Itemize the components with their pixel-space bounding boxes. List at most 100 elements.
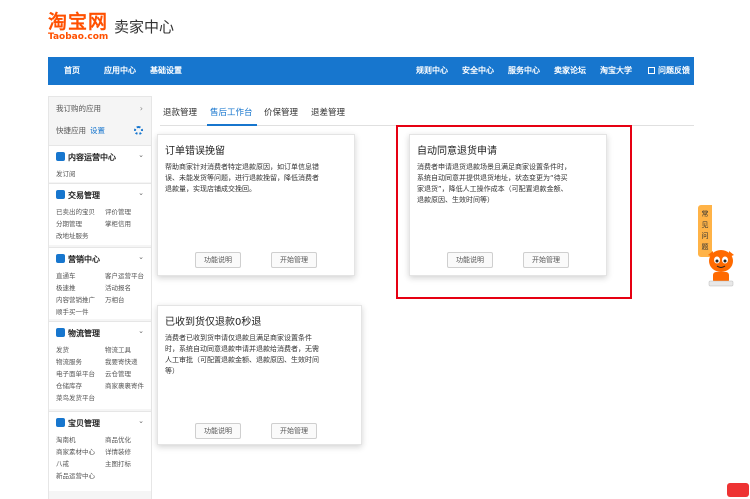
sidebar-link[interactable]: 发货 bbox=[56, 344, 69, 354]
nav-security-center[interactable]: 安全中心 bbox=[462, 57, 494, 85]
chevron-down-icon[interactable]: ⌄ bbox=[138, 253, 144, 261]
chevron-right-icon: › bbox=[139, 104, 143, 113]
section-title-marketing[interactable]: 营销中心 bbox=[56, 254, 100, 265]
sidebar-link[interactable]: 评价管理 bbox=[105, 206, 131, 216]
desc-line: 退款量，实现店铺成交挽回。 bbox=[165, 185, 256, 193]
gear-icon[interactable] bbox=[134, 126, 143, 135]
marketing-icon bbox=[56, 254, 65, 263]
sidebar-link[interactable]: 活动报名 bbox=[105, 282, 131, 292]
sidebar-link[interactable]: 新品运营中心 bbox=[56, 470, 95, 480]
sidebar-link[interactable]: 内容营销推广 bbox=[56, 294, 95, 304]
page-title: 卖家中心 bbox=[114, 18, 175, 36]
content-ops-icon bbox=[56, 152, 65, 161]
nav-basic-settings[interactable]: 基础设置 bbox=[150, 57, 182, 85]
desc-line: 误、未能发货等问题，进行退款挽留，降低消费者 bbox=[165, 174, 319, 182]
sidebar-quick-apps: 快捷应用 设置 bbox=[49, 121, 151, 141]
section-title-products[interactable]: 宝贝管理 bbox=[56, 418, 100, 429]
sidebar-link[interactable]: 客户运营平台 bbox=[105, 270, 144, 280]
nav-rules-center[interactable]: 规则中心 bbox=[416, 57, 448, 85]
sidebar-link[interactable]: 电子面单平台 bbox=[56, 368, 95, 378]
tab-after-sales-workbench[interactable]: 售后工作台 bbox=[210, 106, 253, 118]
sidebar-link[interactable]: 直通车 bbox=[56, 270, 76, 280]
sidebar-link[interactable]: 详情装修 bbox=[105, 446, 131, 456]
sidebar-link[interactable]: 淘南机 bbox=[56, 434, 76, 444]
section-title-trade[interactable]: 交易管理 bbox=[56, 190, 100, 201]
highlight-box bbox=[396, 125, 632, 299]
sidebar-section-trade: 交易管理 ⌄ 已卖出的宝贝 评价管理 分期管理 掌柜信用 改地址服务 bbox=[49, 183, 151, 245]
trade-icon bbox=[56, 190, 65, 199]
sidebar-link[interactable]: 已卖出的宝贝 bbox=[56, 206, 95, 216]
section-title-logistics[interactable]: 物流管理 bbox=[56, 328, 100, 339]
section-title-text: 交易管理 bbox=[68, 191, 100, 200]
tab-price-difference-refund[interactable]: 退差管理 bbox=[311, 106, 345, 118]
sidebar-link[interactable]: 商家裹裹寄件 bbox=[105, 380, 144, 390]
start-manage-button[interactable]: 开始管理 bbox=[271, 423, 317, 439]
chevron-down-icon[interactable]: ⌄ bbox=[138, 417, 144, 425]
chevron-down-icon[interactable]: ⌄ bbox=[138, 151, 144, 159]
sidebar-link[interactable]: 仓储库存 bbox=[56, 380, 82, 390]
nav-seller-forum[interactable]: 卖家论坛 bbox=[554, 57, 586, 85]
card-description: 消费者已收到货申请仅退款且满足商家设置条件 时，系统自动同意退款申请并退款给消费… bbox=[165, 333, 319, 377]
sidebar: 我订购的应用 › 快捷应用 设置 内容运营中心 ⌄ 发订阅 交易管理 ⌄ 已卖出的… bbox=[48, 96, 152, 499]
section-title-text: 宝贝管理 bbox=[68, 419, 100, 428]
nav-taobao-university[interactable]: 淘宝大学 bbox=[600, 57, 632, 85]
logo-main-text: 淘宝网 bbox=[48, 11, 109, 33]
nav-app-center[interactable]: 应用中心 bbox=[104, 57, 136, 85]
sidebar-section-logistics: 物流管理 ⌄ 发货 物流工具 物流服务 我要寄快递 电子面单平台 云仓管理 仓储… bbox=[49, 321, 151, 409]
start-manage-button[interactable]: 开始管理 bbox=[271, 252, 317, 268]
sidebar-link[interactable]: 八戒 bbox=[56, 458, 69, 468]
desc-line: 时，系统自动同意退款申请并退款给消费者，无需 bbox=[165, 345, 319, 353]
desc-line: 等） bbox=[165, 367, 179, 375]
products-icon bbox=[56, 418, 65, 427]
sidebar-link[interactable]: 我要寄快递 bbox=[105, 356, 138, 366]
sidebar-link[interactable]: 菜鸟发货平台 bbox=[56, 392, 95, 402]
sidebar-link[interactable]: 分期管理 bbox=[56, 218, 82, 228]
desc-line: 消费者已收到货申请仅退款且满足商家设置条件 bbox=[165, 334, 312, 342]
sidebar-link[interactable]: 云仓管理 bbox=[105, 368, 131, 378]
logo-sub-text: Taobao.com bbox=[48, 32, 109, 42]
quick-apps-settings-link[interactable]: 设置 bbox=[90, 126, 105, 135]
feature-card-zero-second-refund: 已收到货仅退款0秒退 消费者已收到货申请仅退款且满足商家设置条件 时，系统自动同… bbox=[157, 305, 362, 445]
section-title-text: 内容运营中心 bbox=[68, 153, 116, 162]
sidebar-link[interactable]: 商家素材中心 bbox=[56, 446, 95, 456]
sidebar-section-content: 内容运营中心 ⌄ 发订阅 bbox=[49, 145, 151, 182]
tab-price-protection[interactable]: 价保管理 bbox=[264, 106, 298, 118]
corner-badge-icon[interactable] bbox=[727, 483, 749, 497]
feature-card-order-error-retention: 订单错误挽留 帮助商家针对消费者特定退款原因，如订单信息错 误、未能发货等问题，… bbox=[157, 134, 355, 276]
nav-service-center[interactable]: 服务中心 bbox=[508, 57, 540, 85]
function-info-button[interactable]: 功能说明 bbox=[195, 252, 241, 268]
edit-icon bbox=[648, 67, 655, 74]
section-title-content[interactable]: 内容运营中心 bbox=[56, 152, 116, 163]
sidebar-my-apps[interactable]: 我订购的应用 › bbox=[49, 99, 151, 119]
card-title: 订单错误挽留 bbox=[165, 146, 225, 157]
nav-home[interactable]: 首页 bbox=[64, 57, 80, 85]
sidebar-link[interactable]: 主图打标 bbox=[105, 458, 131, 468]
taobao-logo[interactable]: 淘宝网 Taobao.com bbox=[48, 12, 110, 42]
nav-feedback[interactable]: 问题反馈 bbox=[648, 57, 690, 85]
sidebar-link[interactable]: 掌柜信用 bbox=[105, 218, 131, 228]
sidebar-link[interactable]: 发订阅 bbox=[56, 168, 76, 178]
desc-line: 帮助商家针对消费者特定退款原因，如订单信息错 bbox=[165, 163, 319, 171]
logistics-icon bbox=[56, 328, 65, 337]
sidebar-section-products: 宝贝管理 ⌄ 淘南机 商品优化 商家素材中心 详情装修 八戒 主图打标 新品运营… bbox=[49, 411, 151, 491]
sidebar-link[interactable]: 极速推 bbox=[56, 282, 76, 292]
sidebar-link[interactable]: 物流工具 bbox=[105, 344, 131, 354]
chevron-down-icon[interactable]: ⌄ bbox=[138, 327, 144, 335]
sidebar-link[interactable]: 物流服务 bbox=[56, 356, 82, 366]
sidebar-link[interactable]: 顺手买一件 bbox=[56, 306, 89, 316]
function-info-button[interactable]: 功能说明 bbox=[195, 423, 241, 439]
sidebar-link[interactable]: 改地址服务 bbox=[56, 230, 89, 240]
mascot-icon[interactable] bbox=[704, 245, 738, 291]
my-apps-label: 我订购的应用 bbox=[56, 104, 101, 113]
top-nav-bar: 首页 应用中心 基础设置 规则中心 安全中心 服务中心 卖家论坛 淘宝大学 问题… bbox=[48, 57, 694, 85]
sidebar-link[interactable]: 商品优化 bbox=[105, 434, 131, 444]
tab-bar: 退款管理 售后工作台 价保管理 退差管理 bbox=[160, 100, 694, 126]
card-title: 已收到货仅退款0秒退 bbox=[165, 317, 262, 328]
tab-refund-management[interactable]: 退款管理 bbox=[163, 106, 197, 118]
sidebar-link[interactable]: 万相台 bbox=[105, 294, 125, 304]
sidebar-section-marketing: 营销中心 ⌄ 直通车 客户运营平台 极速推 活动报名 内容营销推广 万相台 顺手… bbox=[49, 247, 151, 319]
card-description: 帮助商家针对消费者特定退款原因，如订单信息错 误、未能发货等问题，进行退款挽留，… bbox=[165, 162, 319, 195]
desc-line: 人工审批（可配置退款金额、退款原因、生效时间 bbox=[165, 356, 319, 364]
active-tab-indicator bbox=[207, 124, 257, 126]
chevron-down-icon[interactable]: ⌄ bbox=[138, 189, 144, 197]
